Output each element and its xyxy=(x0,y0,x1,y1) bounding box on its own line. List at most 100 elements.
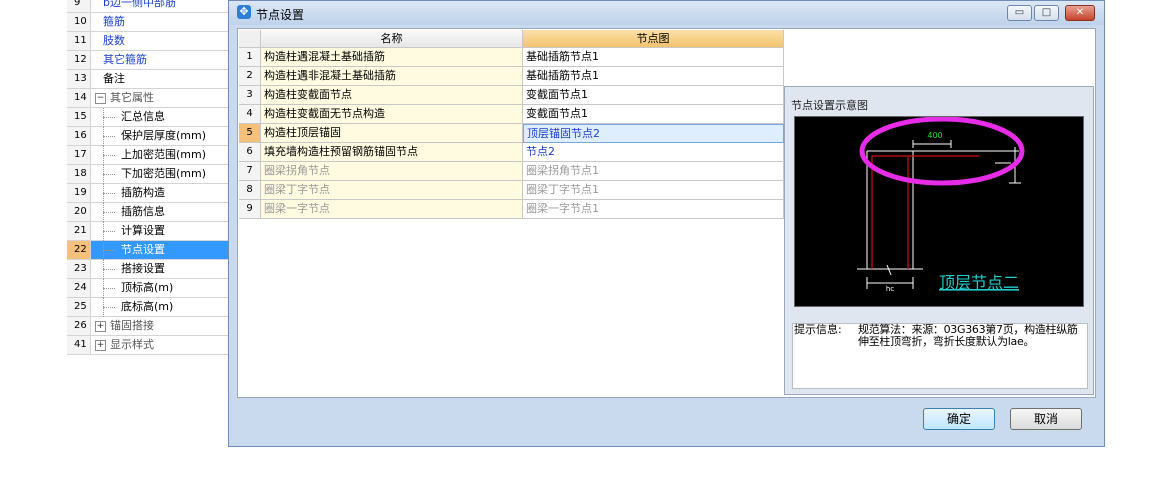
settings-app-icon: ✥ xyxy=(237,5,251,19)
column-header-name[interactable]: 名称 xyxy=(261,30,523,48)
tree-row[interactable]: 15 汇总信息 xyxy=(67,108,229,127)
tree-row-number: 12 xyxy=(67,51,91,69)
table-row[interactable]: 8 圈梁丁字节点 圈梁丁字节点1 xyxy=(239,181,784,200)
table-row[interactable]: 6 填充墙构造柱预留钢筋锚固节点 节点2 xyxy=(239,143,784,162)
hint-label: 提示信息: xyxy=(794,323,842,336)
tree-row-label: 节点设置 xyxy=(121,243,165,256)
tree-row[interactable]: 18 下加密范围(mm) xyxy=(67,165,229,184)
maximize-button[interactable]: □ xyxy=(1034,5,1059,21)
node-diagram-svg: 400 hc 顶层节点二 xyxy=(857,116,1025,293)
tree-row[interactable]: 41 + 显示样式 xyxy=(67,336,229,355)
table-row[interactable]: 2 构造柱遇非混凝土基础插筋 基础插筋节点1 xyxy=(239,67,784,86)
tree-row[interactable]: 9 b边一侧中部筋 xyxy=(67,0,229,13)
tree-row[interactable]: 10 箍筋 xyxy=(67,13,229,32)
table-row[interactable]: 3 构造柱变截面节点 变截面节点1 xyxy=(239,86,784,105)
tree-row-number: 18 xyxy=(67,165,91,183)
node-diagram-cell[interactable]: 变截面节点1 xyxy=(523,86,784,105)
table-row[interactable]: 4 构造柱变截面无节点构造 变截面节点1 xyxy=(239,105,784,124)
tree-connector xyxy=(103,136,115,138)
tree-row-number: 13 xyxy=(67,70,91,88)
node-diagram-cell[interactable]: 圈梁拐角节点1 xyxy=(523,162,784,181)
tree-row-label: 备注 xyxy=(103,72,125,85)
hint-text: 规范算法：来源：03G363第7页，构造柱纵筋伸至柱顶弯折，弯折长度默认为lae… xyxy=(858,323,1078,348)
tree-row-label: 上加密范围(mm) xyxy=(121,148,207,161)
tree-row-number: 15 xyxy=(67,108,91,126)
tree-row-number: 22 xyxy=(67,241,91,259)
expand-icon[interactable]: + xyxy=(95,340,106,351)
node-diagram-cell[interactable]: 基础插筋节点1 xyxy=(523,67,784,86)
table-row[interactable]: 5 构造柱顶层锚固 顶层锚固节点2 xyxy=(239,124,784,143)
tree-row-label: b边一侧中部筋 xyxy=(103,0,176,9)
tree-connector xyxy=(103,307,115,309)
tree-row-number: 10 xyxy=(67,13,91,31)
tree-row[interactable]: 26 + 锚固搭接 xyxy=(67,317,229,336)
tree-row-label: 底标高(m) xyxy=(121,300,174,313)
tree-row[interactable]: 24 顶标高(m) xyxy=(67,279,229,298)
tree-row[interactable]: 16 保护层厚度(mm) xyxy=(67,127,229,146)
row-number: 4 xyxy=(239,105,261,124)
node-diagram: 400 hc 顶层节点二 xyxy=(794,116,1084,307)
tree-row-number: 19 xyxy=(67,184,91,202)
tree-connector xyxy=(103,269,115,271)
node-name-cell: 构造柱变截面节点 xyxy=(261,86,523,105)
tree-row-number: 20 xyxy=(67,203,91,221)
tree-row[interactable]: 12 其它箍筋 xyxy=(67,51,229,70)
row-number: 9 xyxy=(239,200,261,219)
tree-row[interactable]: 20 插筋信息 xyxy=(67,203,229,222)
tree-row[interactable]: 17 上加密范围(mm) xyxy=(67,146,229,165)
collapse-icon[interactable]: − xyxy=(95,93,106,104)
tree-row-number: 16 xyxy=(67,127,91,145)
expand-icon[interactable]: + xyxy=(95,321,106,332)
close-button[interactable]: ✕ xyxy=(1065,5,1095,21)
tree-row-number: 17 xyxy=(67,146,91,164)
tree-row[interactable]: 19 插筋构造 xyxy=(67,184,229,203)
node-diagram-cell[interactable]: 圈梁一字节点1 xyxy=(523,200,784,219)
tree-row-label: 插筋构造 xyxy=(121,186,165,199)
diagram-caption: 顶层节点二 xyxy=(939,273,1019,292)
tree-connector xyxy=(103,288,115,290)
tree-row-label: 插筋信息 xyxy=(121,205,165,218)
dialog-title: 节点设置 xyxy=(256,8,305,22)
row-number: 6 xyxy=(239,143,261,162)
tree-connector xyxy=(103,117,115,119)
node-diagram-cell[interactable]: 圈梁丁字节点1 xyxy=(523,181,784,200)
tree-row[interactable]: 21 计算设置 xyxy=(67,222,229,241)
cancel-button[interactable]: 取消 xyxy=(1010,408,1082,430)
tree-row[interactable]: 13 备注 xyxy=(67,70,229,89)
row-number: 1 xyxy=(239,48,261,67)
tree-connector xyxy=(103,155,115,157)
node-name-cell: 填充墙构造柱预留钢筋锚固节点 xyxy=(261,143,523,162)
node-diagram-cell[interactable]: 基础插筋节点1 xyxy=(523,48,784,67)
tree-row-label: 顶标高(m) xyxy=(121,281,174,294)
table-row[interactable]: 9 圈梁一字节点 圈梁一字节点1 xyxy=(239,200,784,219)
property-tree: 9 b边一侧中部筋 10 箍筋 11 肢数 12 其它箍筋 13 备注 14− 其它属性 15 汇总信息 1… xyxy=(59,0,229,497)
table-row[interactable]: 1 构造柱遇混凝土基础插筋 基础插筋节点1 xyxy=(239,48,784,67)
node-diagram-cell[interactable]: 变截面节点1 xyxy=(523,105,784,124)
node-name-cell: 圈梁丁字节点 xyxy=(261,181,523,200)
node-name-cell: 构造柱遇混凝土基础插筋 xyxy=(261,48,523,67)
tree-row-label: 显示样式 xyxy=(110,338,154,351)
column-header-node[interactable]: 节点图 xyxy=(523,30,784,48)
tree-row-number: 14 xyxy=(67,89,91,107)
tree-connector xyxy=(103,231,115,233)
node-name-cell: 圈梁拐角节点 xyxy=(261,162,523,181)
tree-row-number: 26 xyxy=(67,317,91,335)
tree-row[interactable]: 22 节点设置 xyxy=(67,241,229,260)
node-name-cell: 圈梁一字节点 xyxy=(261,200,523,219)
node-diagram-cell[interactable]: 顶层锚固节点2 xyxy=(523,124,784,143)
tree-row[interactable]: 11 肢数 xyxy=(67,32,229,51)
node-diagram-cell[interactable]: 节点2 xyxy=(523,143,784,162)
row-number: 5 xyxy=(239,124,261,143)
row-number: 8 xyxy=(239,181,261,200)
node-name-cell: 构造柱顶层锚固 xyxy=(261,124,523,143)
tree-row[interactable]: 25 底标高(m) xyxy=(67,298,229,317)
tree-row[interactable]: 23 搭接设置 xyxy=(67,260,229,279)
table-row[interactable]: 7 圈梁拐角节点 圈梁拐角节点1 xyxy=(239,162,784,181)
minimize-button[interactable]: ▭ xyxy=(1007,5,1032,21)
ok-button[interactable]: 确定 xyxy=(923,408,995,430)
tree-row-number: 25 xyxy=(67,298,91,316)
dialog-titlebar[interactable]: ✥ 节点设置 ▭ □ ✕ xyxy=(229,1,1104,25)
tree-row[interactable]: 14− 其它属性 xyxy=(67,89,229,108)
tree-row-number: 9 xyxy=(67,0,91,12)
row-number: 7 xyxy=(239,162,261,181)
